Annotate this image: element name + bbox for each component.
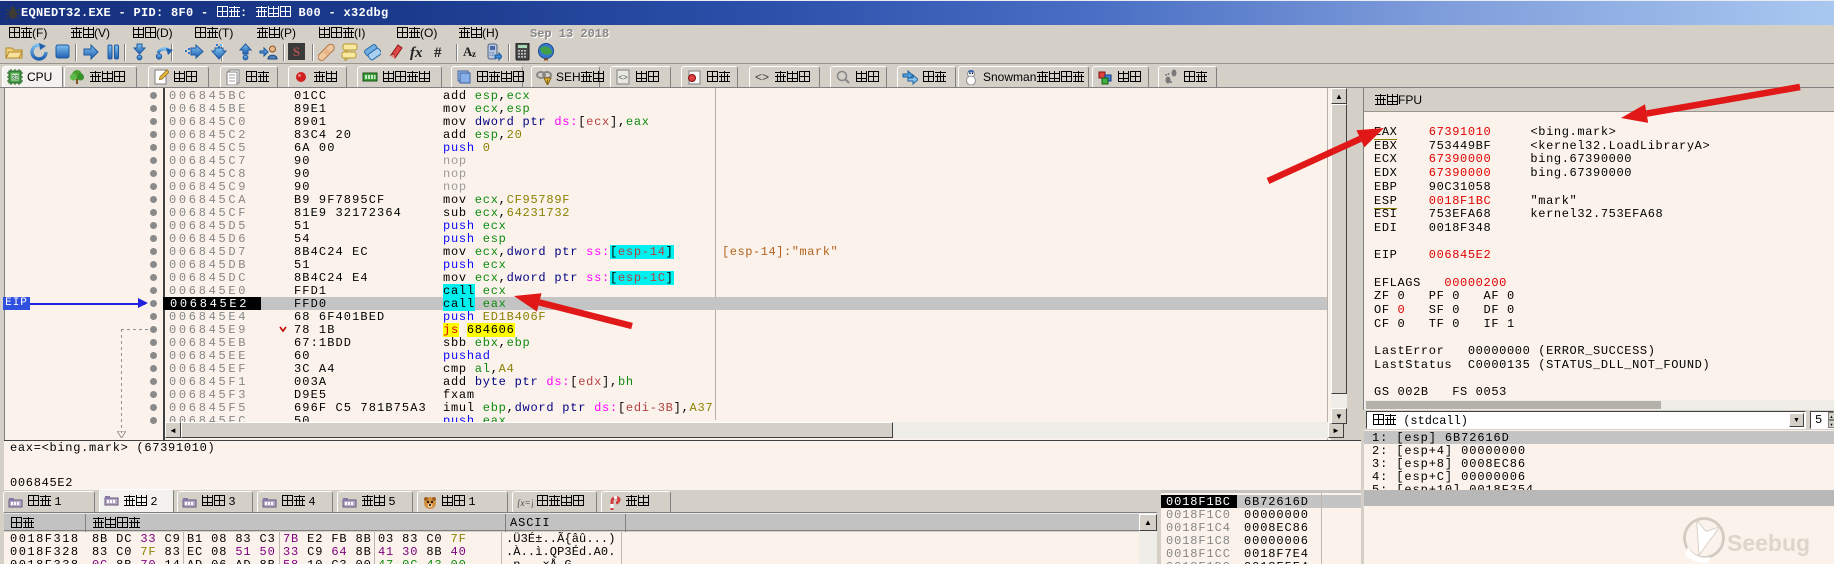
svg-text:<>: <>: [618, 73, 628, 82]
svg-text:<>: <>: [755, 70, 769, 84]
svg-text:32: 32: [12, 76, 19, 82]
svg-text:fx: fx: [410, 45, 423, 61]
svg-text:z: z: [472, 49, 476, 59]
svg-text:S: S: [293, 44, 300, 59]
svg-text:[x=]: [x=]: [517, 498, 533, 508]
svg-text:Seebug: Seebug: [1727, 530, 1810, 556]
svg-text:#: #: [434, 45, 442, 61]
